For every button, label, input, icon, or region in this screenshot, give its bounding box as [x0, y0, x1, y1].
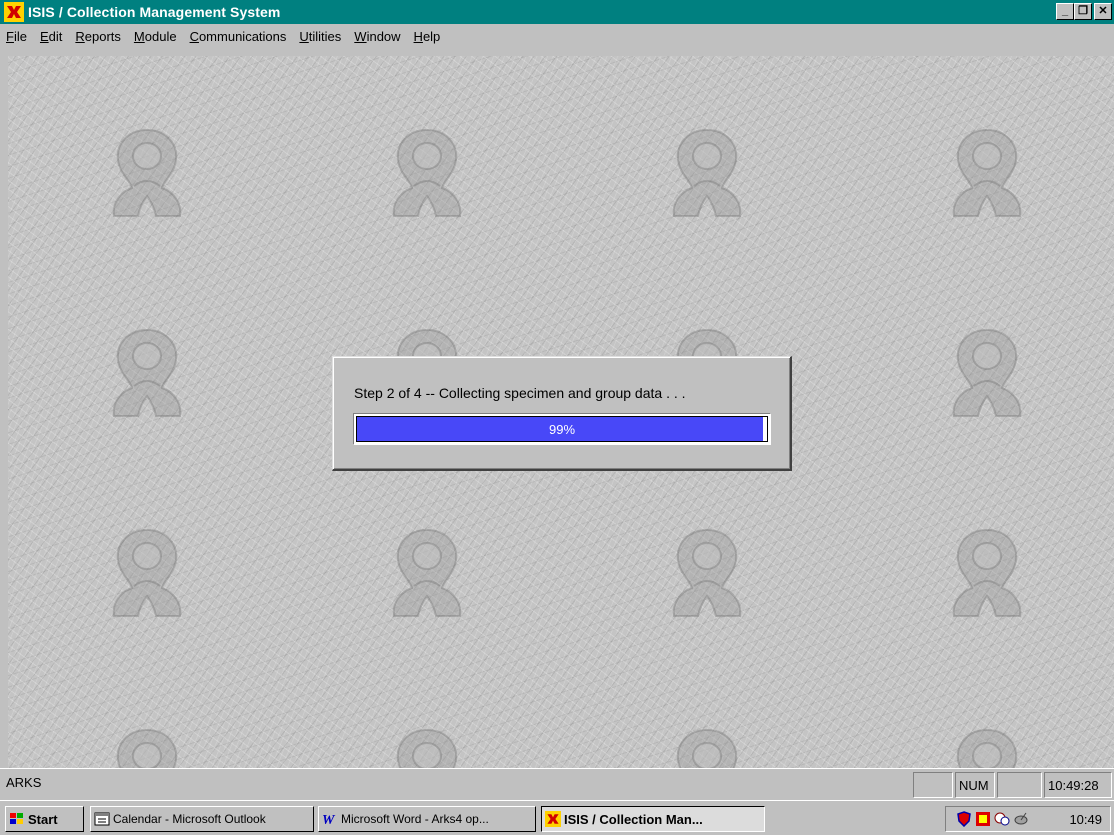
status-bar: ARKS NUM 10:49:28 [0, 768, 1114, 800]
menu-edit[interactable]: Edit [40, 29, 62, 44]
restore-icon: ❐ [1078, 5, 1088, 17]
taskbar-clock: 10:49 [1069, 811, 1102, 827]
menu-file[interactable]: File [6, 29, 27, 44]
taskbar-word[interactable]: W Microsoft Word - Arks4 op... [318, 806, 536, 832]
maximize-button[interactable]: ❐ [1074, 3, 1092, 20]
taskbar-label: Microsoft Word - Arks4 op... [341, 812, 489, 826]
isis-app-icon [4, 2, 24, 22]
progress-message: Step 2 of 4 -- Collecting specimen and g… [354, 385, 686, 401]
menu-utilities[interactable]: Utilities [299, 29, 341, 44]
status-text: ARKS [6, 775, 42, 790]
progress-bar: 99% [353, 413, 771, 445]
status-panel-blank [997, 772, 1042, 798]
isis-app-icon [545, 811, 561, 827]
watermark-logo-icon [952, 328, 1022, 417]
watermark-logo-icon [676, 728, 738, 768]
taskbar-outlook-calendar[interactable]: Calendar - Microsoft Outlook [90, 806, 314, 832]
menu-module[interactable]: Module [134, 29, 177, 44]
menu-window[interactable]: Window [354, 29, 400, 44]
taskbar-label: Calendar - Microsoft Outlook [113, 812, 266, 826]
app-tray-icon[interactable] [975, 811, 991, 827]
word-icon: W [322, 813, 336, 827]
taskbar-isis[interactable]: ISIS / Collection Man... [541, 806, 765, 832]
start-button[interactable]: Start [5, 806, 84, 832]
menu-communications[interactable]: Communications [190, 29, 287, 44]
watermark-logo-icon [672, 128, 742, 217]
title-bar[interactable]: ISIS / Collection Management System _ ❐ … [0, 0, 1114, 24]
network-icon[interactable] [994, 811, 1010, 827]
svg-text:W: W [322, 813, 336, 827]
progress-dialog: Step 2 of 4 -- Collecting specimen and g… [332, 356, 792, 471]
start-label: Start [28, 811, 58, 827]
minimize-button[interactable]: _ [1056, 3, 1074, 20]
status-panel-num: NUM [955, 772, 995, 798]
taskbar: Start Calendar - Microsoft Outlook W Mic… [0, 800, 1114, 835]
windows-logo-icon [10, 813, 23, 824]
satellite-icon[interactable] [1013, 811, 1029, 827]
watermark-logo-icon [392, 128, 462, 217]
watermark-logo-icon [952, 528, 1022, 617]
watermark-logo-icon [396, 728, 458, 768]
watermark-logo-icon [952, 128, 1022, 217]
close-icon: ✕ [1098, 5, 1108, 17]
close-button[interactable]: ✕ [1094, 3, 1112, 20]
shield-icon[interactable] [956, 811, 972, 827]
progress-percent: 99% [548, 421, 576, 437]
watermark-logo-icon [116, 728, 178, 768]
calendar-icon [94, 812, 110, 826]
menu-help[interactable]: Help [414, 29, 441, 44]
watermark-logo-icon [392, 528, 462, 617]
watermark-logo-icon [956, 728, 1018, 768]
taskbar-label: ISIS / Collection Man... [564, 811, 703, 827]
minimize-icon: _ [1061, 5, 1069, 17]
watermark-logo-icon [672, 528, 742, 617]
watermark-logo-icon [112, 328, 182, 417]
watermark-logo-icon [112, 528, 182, 617]
menu-bar: File Edit Reports Module Communications … [0, 24, 1114, 56]
watermark-logo-icon [112, 128, 182, 217]
menu-reports[interactable]: Reports [75, 29, 121, 44]
system-tray: 10:49 [945, 806, 1111, 832]
status-panel-empty [913, 772, 953, 798]
status-panel-time: 10:49:28 [1044, 772, 1112, 798]
window-title: ISIS / Collection Management System [28, 4, 281, 20]
